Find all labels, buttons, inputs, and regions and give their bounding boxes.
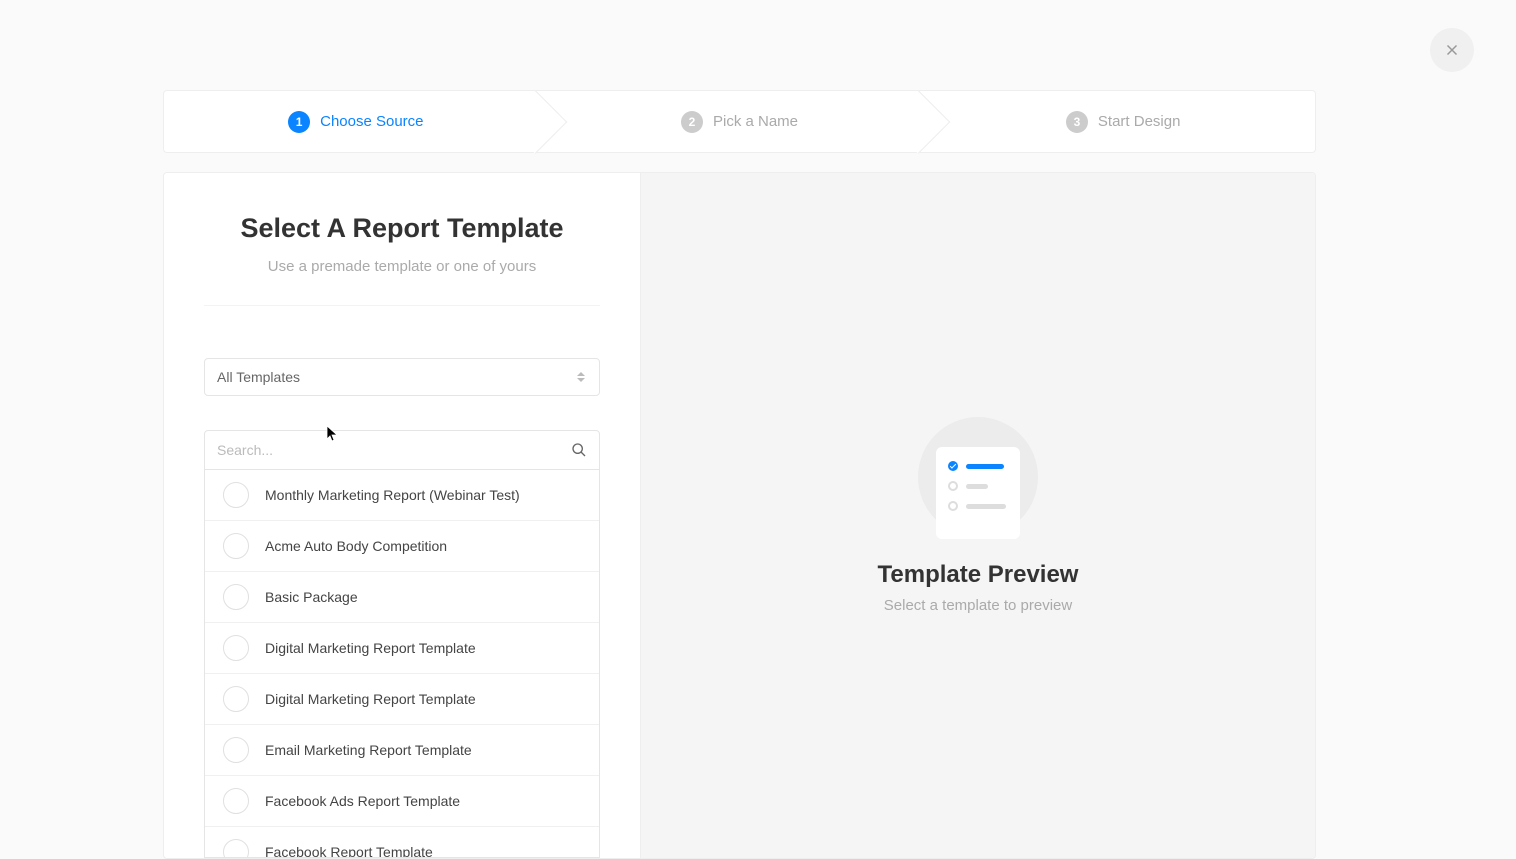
- template-name: Facebook Ads Report Template: [265, 793, 460, 809]
- step-choose-source[interactable]: 1 Choose Source: [164, 91, 548, 152]
- step-label: Choose Source: [320, 113, 423, 130]
- stepper: 1 Choose Source 2 Pick a Name 3 Start De…: [163, 90, 1316, 153]
- template-name: Monthly Marketing Report (Webinar Test): [265, 487, 520, 503]
- radio-icon: [223, 737, 249, 763]
- radio-icon: [223, 686, 249, 712]
- step-label: Pick a Name: [713, 113, 798, 130]
- close-button[interactable]: [1430, 28, 1474, 72]
- template-name: Acme Auto Body Competition: [265, 538, 447, 554]
- template-name: Email Marketing Report Template: [265, 742, 472, 758]
- template-name: Basic Package: [265, 589, 358, 605]
- template-item[interactable]: Acme Auto Body Competition: [205, 521, 599, 572]
- template-filter-dropdown[interactable]: All Templates: [204, 358, 600, 396]
- radio-icon: [223, 839, 249, 858]
- template-item[interactable]: Facebook Ads Report Template: [205, 776, 599, 827]
- search-input[interactable]: [217, 442, 571, 458]
- radio-icon: [223, 533, 249, 559]
- radio-icon: [223, 584, 249, 610]
- template-item[interactable]: Facebook Report Template: [205, 827, 599, 858]
- radio-icon: [223, 788, 249, 814]
- template-name: Digital Marketing Report Template: [265, 640, 476, 656]
- chevron-updown-icon: [575, 371, 587, 383]
- search-icon: [571, 442, 587, 458]
- step-pick-name[interactable]: 2 Pick a Name: [548, 91, 932, 152]
- step-start-design[interactable]: 3 Start Design: [931, 91, 1315, 152]
- template-item[interactable]: Monthly Marketing Report (Webinar Test): [205, 470, 599, 521]
- template-list[interactable]: Monthly Marketing Report (Webinar Test) A…: [204, 470, 600, 858]
- template-item[interactable]: Digital Marketing Report Template: [205, 674, 599, 725]
- radio-icon: [223, 482, 249, 508]
- right-panel: Template Preview Select a template to pr…: [641, 173, 1315, 858]
- close-icon: [1443, 41, 1461, 59]
- step-number: 2: [681, 111, 703, 133]
- step-label: Start Design: [1098, 113, 1181, 130]
- document-icon: [936, 447, 1020, 539]
- radio-icon: [223, 635, 249, 661]
- main-panel: Select A Report Template Use a premade t…: [163, 172, 1316, 859]
- preview-subtitle: Select a template to preview: [884, 597, 1072, 614]
- panel-title: Select A Report Template: [164, 213, 640, 244]
- preview-title: Template Preview: [878, 561, 1079, 589]
- panel-subtitle: Use a premade template or one of yours: [204, 258, 600, 306]
- template-item[interactable]: Basic Package: [205, 572, 599, 623]
- wizard-container: 1 Choose Source 2 Pick a Name 3 Start De…: [163, 90, 1316, 859]
- template-name: Facebook Report Template: [265, 844, 433, 858]
- template-item[interactable]: Email Marketing Report Template: [205, 725, 599, 776]
- left-panel: Select A Report Template Use a premade t…: [164, 173, 641, 858]
- template-name: Digital Marketing Report Template: [265, 691, 476, 707]
- search-box: [204, 430, 600, 470]
- template-item[interactable]: Digital Marketing Report Template: [205, 623, 599, 674]
- dropdown-selected-label: All Templates: [217, 369, 300, 385]
- step-number: 3: [1066, 111, 1088, 133]
- preview-placeholder-icon: [918, 417, 1038, 537]
- step-number: 1: [288, 111, 310, 133]
